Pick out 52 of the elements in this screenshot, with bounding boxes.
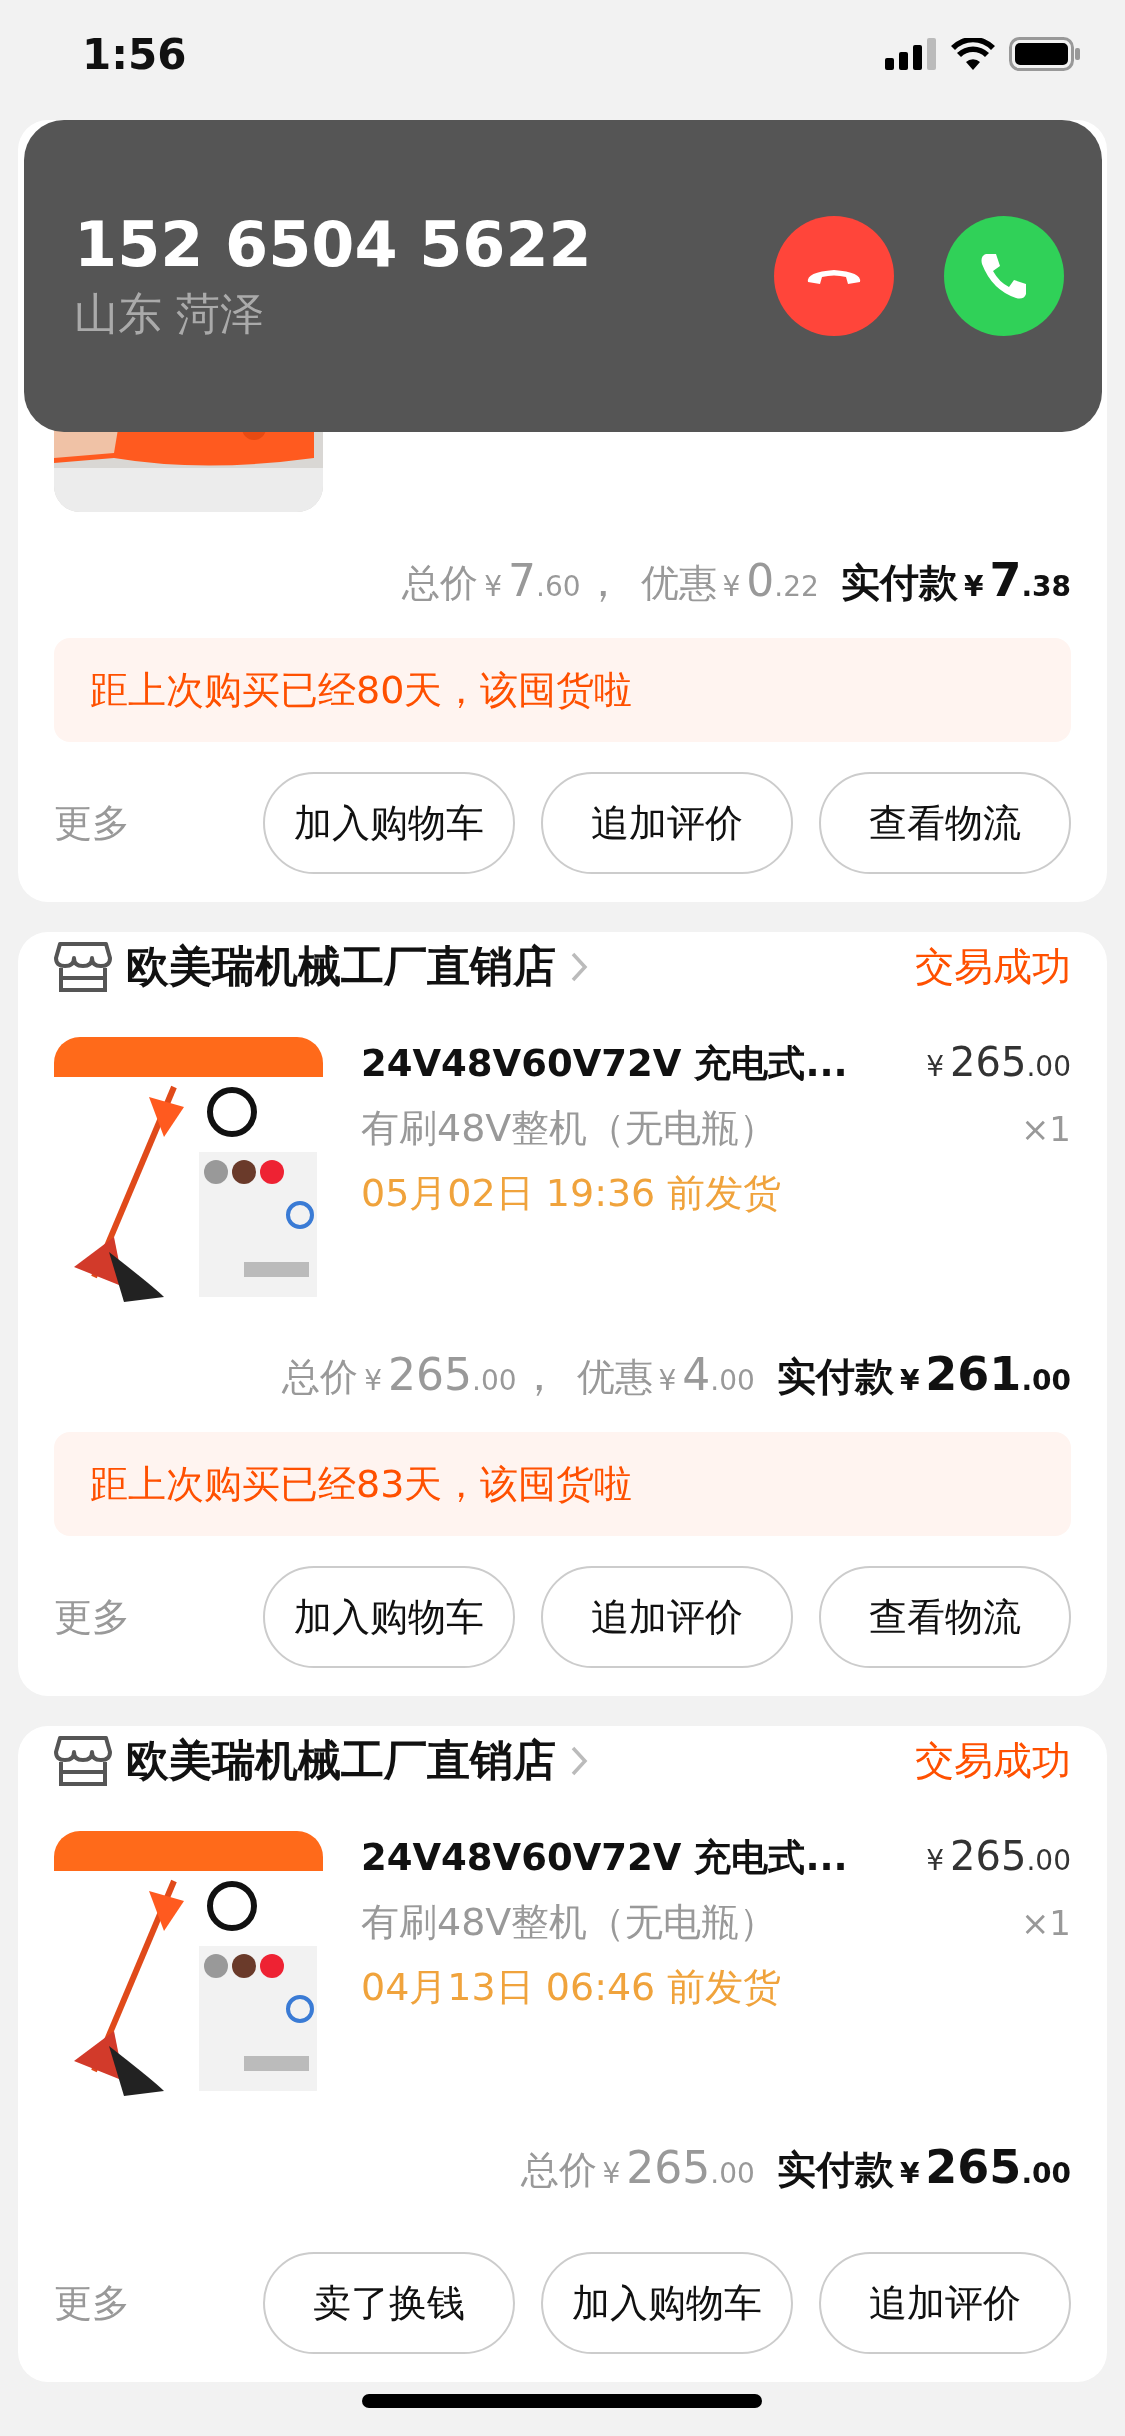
store-icon	[54, 940, 112, 994]
price-label: 优惠	[640, 560, 717, 607]
price-label: 总价	[402, 560, 479, 607]
caller-location: 山东 菏泽	[74, 287, 265, 341]
quantity: ×1	[1020, 1109, 1071, 1149]
order-status: 交易成功	[915, 1737, 1071, 1785]
action-button[interactable]: 查看物流	[819, 1566, 1071, 1668]
product-variant: 有刷48V整机（无电瓶）	[361, 1899, 778, 1946]
action-button[interactable]: 加入购物车	[263, 772, 515, 874]
price-amount: ¥0.22	[722, 555, 819, 606]
product-title[interactable]: 24V48V60V72V 充电式...	[361, 1833, 848, 1883]
product-variant: 有刷48V整机（无电瓶）	[361, 1105, 778, 1152]
paid-amount: ¥261.00	[899, 1347, 1071, 1401]
price-amount: ¥265.00，	[364, 1348, 561, 1402]
shipping-deadline: 05月02日 19:36 前发货	[361, 1170, 783, 1217]
action-button[interactable]: 加入购物车	[263, 1566, 515, 1668]
action-button[interactable]: 卖了换钱	[263, 2252, 515, 2354]
quantity: ×1	[1020, 1903, 1071, 1943]
paid-label: 实付款	[776, 1353, 894, 1401]
paid-amount: ¥7.38	[963, 553, 1071, 607]
chevron-right-icon	[570, 1745, 588, 1777]
repurchase-notice: 距上次购买已经83天，该囤货啦	[54, 1432, 1071, 1536]
price-amount: ¥7.60，	[484, 554, 625, 608]
incoming-call-banner[interactable]: 152 6504 5622 山东 菏泽	[24, 120, 1102, 432]
store-icon	[54, 1734, 112, 1788]
chevron-right-icon	[570, 951, 588, 983]
status-time: 1:56	[82, 29, 187, 79]
product-title[interactable]: 24V48V60V72V 充电式...	[361, 1039, 848, 1089]
shipping-deadline: 04月13日 06:46 前发货	[361, 1964, 783, 2011]
repurchase-notice: 距上次购买已经80天，该囤货啦	[54, 638, 1071, 742]
action-button[interactable]: 查看物流	[819, 772, 1071, 874]
price-label: 优惠	[576, 1354, 653, 1401]
order-status: 交易成功	[915, 943, 1071, 991]
action-button[interactable]: 追加评价	[541, 1566, 793, 1668]
unit-price: ¥265.00	[926, 1039, 1071, 1085]
caller-number: 152 6504 5622	[74, 208, 592, 281]
paid-label: 实付款	[840, 559, 958, 607]
price-amount: ¥4.00	[658, 1349, 755, 1400]
action-button[interactable]: 追加评价	[541, 772, 793, 874]
price-amount: ¥265.00	[602, 2142, 755, 2193]
price-label: 总价	[282, 1354, 359, 1401]
unit-price: ¥265.00	[926, 1833, 1071, 1879]
wifi-icon	[951, 38, 995, 70]
price-label: 总价	[520, 2147, 597, 2194]
signal-icon	[885, 38, 937, 70]
paid-label: 实付款	[776, 2146, 894, 2194]
paid-amount: ¥265.00	[899, 2140, 1071, 2194]
store-name[interactable]: 欧美瑞机械工厂直销店	[126, 938, 556, 996]
store-name[interactable]: 欧美瑞机械工厂直销店	[126, 1732, 556, 1790]
battery-icon	[1009, 37, 1081, 71]
action-button[interactable]: 加入购物车	[541, 2252, 793, 2354]
action-button[interactable]: 追加评价	[819, 2252, 1071, 2354]
